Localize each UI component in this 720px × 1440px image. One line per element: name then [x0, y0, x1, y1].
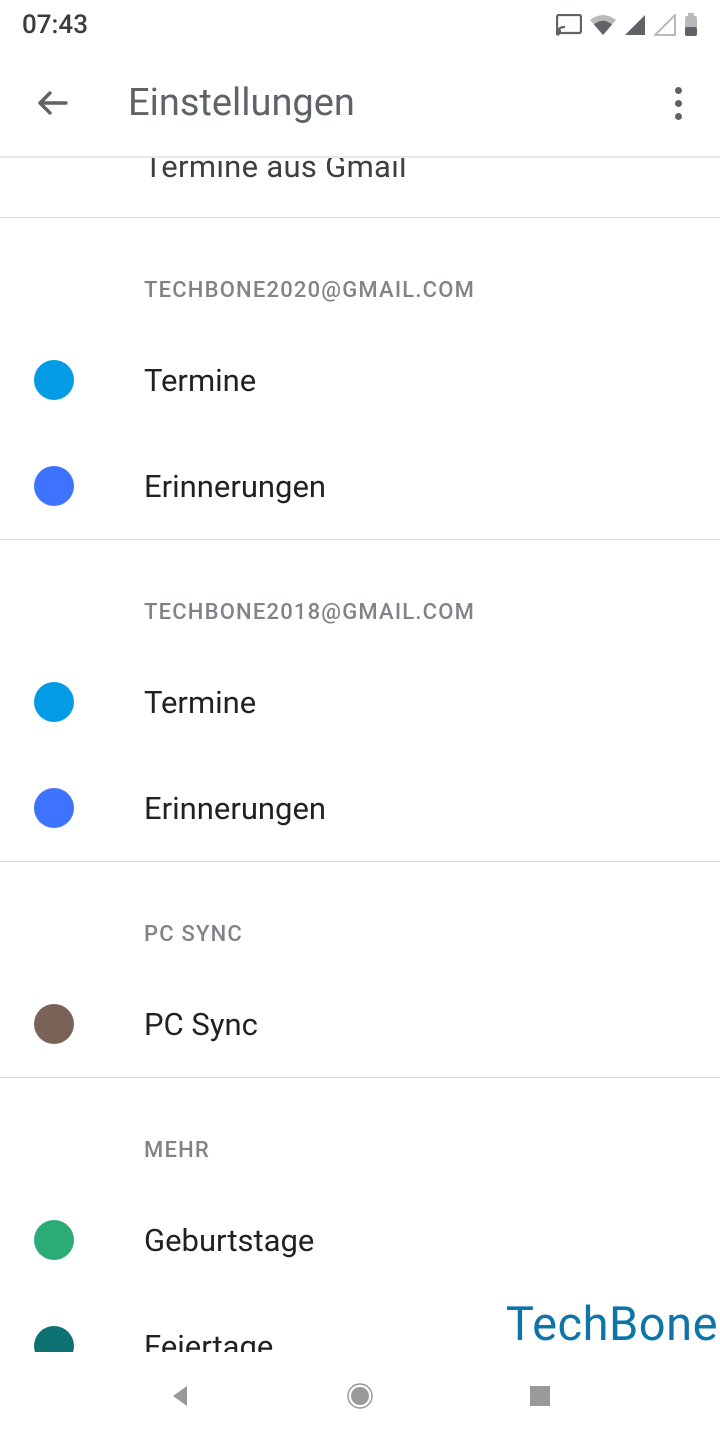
wifi-icon: [590, 14, 616, 36]
row-label: Termine aus Gmail: [144, 158, 407, 185]
section-header: PC SYNC: [0, 862, 720, 971]
nav-back-icon: [167, 1383, 193, 1409]
calendar-color-dot: [34, 682, 74, 722]
nav-back-button[interactable]: [160, 1376, 200, 1416]
calendar-row[interactable]: Erinnerungen: [0, 755, 720, 861]
settings-content: Termine aus Gmail TECHBONE2020@GMAIL.COM…: [0, 158, 720, 1352]
battery-icon: [684, 13, 698, 37]
calendar-row[interactable]: Erinnerungen: [0, 433, 720, 539]
back-button[interactable]: [32, 83, 72, 123]
nav-recents-icon: [528, 1384, 552, 1408]
arrow-left-icon: [34, 85, 70, 121]
row-label: Geburtstage: [144, 1222, 314, 1259]
section-header: TECHBONE2020@GMAIL.COM: [0, 218, 720, 327]
watermark: TechBone: [506, 1297, 720, 1352]
calendar-color-dot: [34, 1220, 74, 1260]
row-label: Erinnerungen: [144, 468, 326, 505]
more-vert-icon: [675, 84, 682, 123]
calendar-row[interactable]: PC Sync: [0, 971, 720, 1077]
app-bar: Einstellungen: [0, 50, 720, 158]
status-time: 07:43: [22, 10, 88, 40]
cast-icon: [556, 14, 582, 36]
calendar-color-dot: [34, 1004, 74, 1044]
row-label: Feiertage: [144, 1328, 273, 1353]
calendar-color-dot: [34, 466, 74, 506]
overflow-menu-button[interactable]: [658, 83, 698, 123]
row-label: Termine: [144, 684, 256, 721]
row-label: Erinnerungen: [144, 790, 326, 827]
section-header: MEHR: [0, 1078, 720, 1187]
page-title: Einstellungen: [128, 81, 355, 125]
settings-row-termine-gmail[interactable]: Termine aus Gmail: [0, 158, 720, 218]
calendar-row[interactable]: Geburtstage: [0, 1187, 720, 1293]
nav-recents-button[interactable]: [520, 1376, 560, 1416]
signal-full-icon: [624, 14, 646, 36]
navigation-bar: [0, 1352, 720, 1440]
status-icons: [556, 13, 698, 37]
calendar-color-dot: [34, 360, 74, 400]
calendar-color-dot: [34, 788, 74, 828]
nav-home-button[interactable]: [340, 1376, 380, 1416]
status-bar: 07:43: [0, 0, 720, 50]
calendar-row[interactable]: Termine: [0, 649, 720, 755]
section-header: TECHBONE2018@GMAIL.COM: [0, 540, 720, 649]
calendar-row[interactable]: Termine: [0, 327, 720, 433]
nav-home-icon: [345, 1381, 375, 1411]
row-label: Termine: [144, 362, 256, 399]
signal-empty-icon: [654, 14, 676, 36]
calendar-color-dot: [34, 1326, 74, 1352]
row-label: PC Sync: [144, 1006, 258, 1043]
